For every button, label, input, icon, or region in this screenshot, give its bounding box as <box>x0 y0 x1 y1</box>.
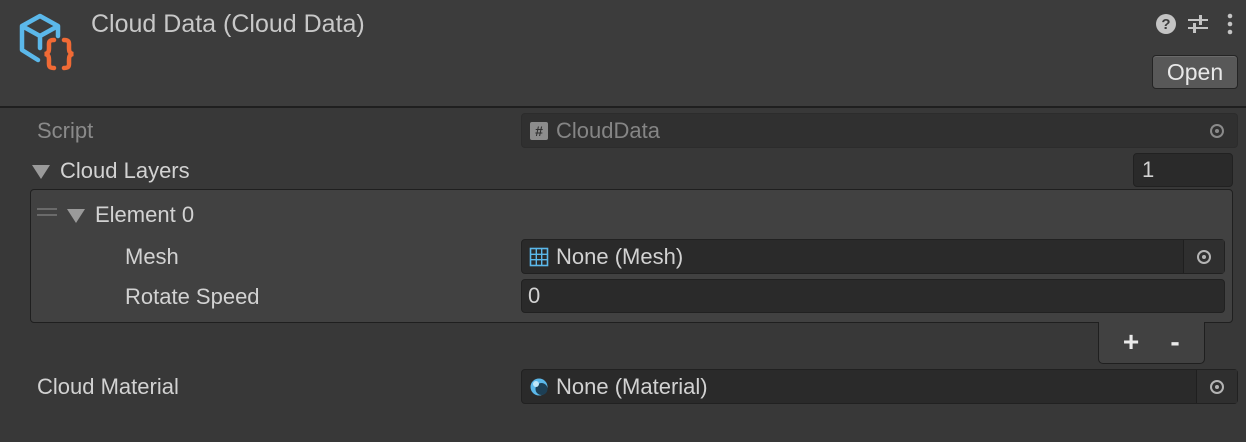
cloud-material-label: Cloud Material <box>37 374 179 399</box>
script-object-picker <box>1197 114 1237 147</box>
open-button[interactable]: Open <box>1152 55 1238 89</box>
mesh-object-picker[interactable] <box>1183 240 1224 273</box>
mesh-value: None (Mesh) <box>556 243 684 269</box>
cloud-material-object-picker[interactable] <box>1196 370 1237 403</box>
cloud-material-value: None (Material) <box>556 373 708 399</box>
scriptable-object-icon <box>19 13 74 71</box>
svg-text:?: ? <box>1161 16 1170 33</box>
preset-sliders-icon[interactable] <box>1186 12 1210 36</box>
cloud-layers-size-input[interactable]: 1 <box>1133 153 1233 187</box>
mesh-grid-icon <box>529 247 549 266</box>
cloud-layers-label: Cloud Layers <box>60 158 190 183</box>
object-picker-icon <box>1210 123 1224 138</box>
remove-element-button[interactable]: - <box>1157 326 1193 358</box>
material-sphere-icon <box>530 378 548 395</box>
mesh-label: Mesh <box>125 244 179 269</box>
object-picker-icon <box>1197 249 1211 264</box>
cloud-layers-foldout[interactable]: Cloud Layers <box>32 158 190 184</box>
rotate-speed-label: Rotate Speed <box>125 284 260 309</box>
inspector-header: Cloud Data (Cloud Data) ? Open <box>0 0 1246 108</box>
svg-text:#: # <box>535 123 543 139</box>
foldout-expanded-icon[interactable] <box>67 209 85 224</box>
add-element-button[interactable]: + <box>1113 326 1149 358</box>
element-0-foldout[interactable]: Element 0 <box>67 202 194 228</box>
more-menu-icon[interactable] <box>1218 12 1242 36</box>
script-label: Script <box>37 118 94 143</box>
rotate-speed-input[interactable]: 0 <box>521 279 1225 313</box>
csharp-script-icon: # <box>530 121 548 140</box>
object-picker-icon <box>1210 379 1224 394</box>
cloud-layers-size-value: 1 <box>1142 157 1155 182</box>
script-field: # CloudData <box>521 113 1238 148</box>
mesh-object-field[interactable]: None (Mesh) <box>521 239 1225 274</box>
drag-handle-icon[interactable] <box>37 208 57 218</box>
element-0-label: Element 0 <box>95 202 195 227</box>
cloud-material-object-field[interactable]: None (Material) <box>521 369 1238 404</box>
foldout-expanded-icon[interactable] <box>32 165 50 180</box>
asset-title: Cloud Data (Cloud Data) <box>91 10 365 38</box>
script-value: CloudData <box>556 117 660 143</box>
help-icon[interactable]: ? <box>1154 12 1178 36</box>
rotate-speed-value: 0 <box>528 283 541 308</box>
list-footer: + - <box>1098 322 1205 364</box>
